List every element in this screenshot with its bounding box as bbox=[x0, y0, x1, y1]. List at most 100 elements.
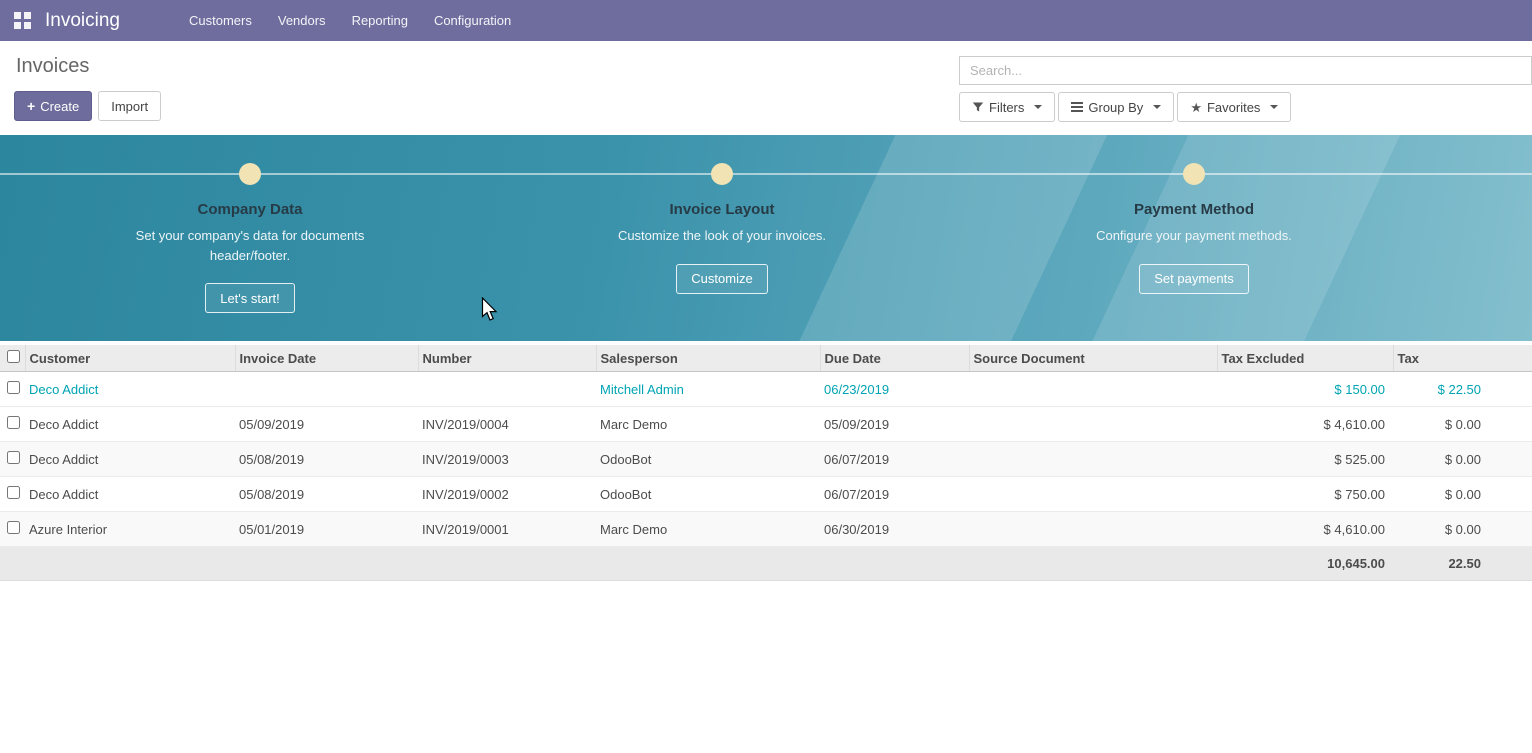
cell-source-document bbox=[969, 407, 1217, 442]
invoice-row[interactable]: Azure Interior 05/01/2019 INV/2019/0001 … bbox=[0, 512, 1532, 547]
lets-start-button[interactable]: Let's start! bbox=[205, 283, 295, 313]
cell-salesperson: Marc Demo bbox=[596, 407, 820, 442]
invoice-row[interactable]: Deco Addict 05/08/2019 INV/2019/0002 Odo… bbox=[0, 477, 1532, 512]
row-checkbox[interactable] bbox=[7, 381, 20, 394]
cell-salesperson: OdooBot bbox=[596, 442, 820, 477]
col-header-invoice-date[interactable]: Invoice Date bbox=[235, 345, 418, 372]
top-navbar: Invoicing Customers Vendors Reporting Co… bbox=[0, 0, 1532, 41]
plus-icon: + bbox=[27, 99, 35, 113]
row-checkbox[interactable] bbox=[7, 486, 20, 499]
col-header-number[interactable]: Number bbox=[418, 345, 596, 372]
control-panel: Invoices + Create Import Filters bbox=[0, 41, 1532, 135]
cell-number: INV/2019/0004 bbox=[418, 407, 596, 442]
cell-due-date: 06/07/2019 bbox=[820, 477, 969, 512]
cell-customer: Deco Addict bbox=[25, 477, 235, 512]
import-button[interactable]: Import bbox=[98, 91, 161, 121]
favorites-button[interactable]: ★ Favorites bbox=[1177, 92, 1291, 122]
step-description: Configure your payment methods. bbox=[1096, 226, 1292, 246]
chevron-down-icon bbox=[1153, 105, 1161, 109]
col-header-tax-excluded[interactable]: Tax Excluded bbox=[1217, 345, 1393, 372]
step-title: Payment Method bbox=[1134, 201, 1254, 218]
cell-invoice-date: 05/01/2019 bbox=[235, 512, 418, 547]
nav-item-vendors[interactable]: Vendors bbox=[265, 0, 339, 41]
select-all-checkbox[interactable] bbox=[7, 350, 20, 363]
col-header-customer[interactable]: Customer bbox=[25, 345, 235, 372]
cell-tax-excluded: $ 4,610.00 bbox=[1217, 512, 1393, 547]
cell-salesperson: Marc Demo bbox=[596, 512, 820, 547]
cell-invoice-date: 05/08/2019 bbox=[235, 442, 418, 477]
star-icon: ★ bbox=[1190, 101, 1202, 114]
invoice-row[interactable]: Deco Addict 05/09/2019 INV/2019/0004 Mar… bbox=[0, 407, 1532, 442]
chevron-down-icon bbox=[1270, 105, 1278, 109]
totals-row: 10,645.00 22.50 bbox=[0, 547, 1532, 581]
cell-customer: Deco Addict bbox=[25, 442, 235, 477]
nav-item-configuration[interactable]: Configuration bbox=[421, 0, 524, 41]
filter-funnel-icon bbox=[972, 101, 984, 113]
favorites-button-label: Favorites bbox=[1207, 100, 1260, 115]
cell-tax-excluded: $ 150.00 bbox=[1217, 372, 1393, 407]
cell-source-document bbox=[969, 442, 1217, 477]
cell-source-document bbox=[969, 372, 1217, 407]
step-dot bbox=[1183, 163, 1205, 185]
onboarding-step-payment-method: Payment Method Configure your payment me… bbox=[958, 163, 1430, 313]
search-input[interactable] bbox=[959, 56, 1532, 85]
col-header-salesperson[interactable]: Salesperson bbox=[596, 345, 820, 372]
group-by-button-label: Group By bbox=[1088, 100, 1143, 115]
app-brand[interactable]: Invoicing bbox=[45, 10, 120, 32]
nav-item-customers[interactable]: Customers bbox=[176, 0, 265, 41]
filters-button[interactable]: Filters bbox=[959, 92, 1055, 122]
cell-tax-excluded: $ 525.00 bbox=[1217, 442, 1393, 477]
filters-button-label: Filters bbox=[989, 100, 1024, 115]
cell-tax: $ 0.00 bbox=[1393, 442, 1532, 477]
row-checkbox[interactable] bbox=[7, 521, 20, 534]
invoice-row[interactable]: Deco Addict 05/08/2019 INV/2019/0003 Odo… bbox=[0, 442, 1532, 477]
step-dot bbox=[711, 163, 733, 185]
cell-customer: Azure Interior bbox=[25, 512, 235, 547]
step-description: Set your company's data for documents he… bbox=[134, 226, 366, 265]
onboarding-banner: Company Data Set your company's data for… bbox=[0, 135, 1532, 341]
table-header-row: Customer Invoice Date Number Salesperson… bbox=[0, 345, 1532, 372]
cell-source-document bbox=[969, 512, 1217, 547]
step-dot bbox=[239, 163, 261, 185]
row-checkbox[interactable] bbox=[7, 451, 20, 464]
col-header-source-document[interactable]: Source Document bbox=[969, 345, 1217, 372]
create-button[interactable]: + Create bbox=[14, 91, 92, 121]
apps-menu-icon[interactable] bbox=[14, 12, 31, 29]
step-title: Company Data bbox=[197, 201, 302, 218]
cell-customer: Deco Addict bbox=[25, 372, 235, 407]
cell-due-date: 06/07/2019 bbox=[820, 442, 969, 477]
cell-number: INV/2019/0001 bbox=[418, 512, 596, 547]
cell-due-date: 06/23/2019 bbox=[820, 372, 969, 407]
set-payments-button[interactable]: Set payments bbox=[1139, 264, 1249, 294]
create-button-label: Create bbox=[40, 99, 79, 114]
cell-tax: $ 0.00 bbox=[1393, 512, 1532, 547]
cell-due-date: 06/30/2019 bbox=[820, 512, 969, 547]
cell-invoice-date bbox=[235, 372, 418, 407]
total-tax: 22.50 bbox=[1393, 547, 1532, 581]
chevron-down-icon bbox=[1034, 105, 1042, 109]
row-checkbox[interactable] bbox=[7, 416, 20, 429]
onboarding-step-invoice-layout: Invoice Layout Customize the look of you… bbox=[486, 163, 958, 313]
onboarding-step-company-data: Company Data Set your company's data for… bbox=[14, 163, 486, 313]
invoice-row[interactable]: Deco Addict Mitchell Admin 06/23/2019 $ … bbox=[0, 372, 1532, 407]
cell-invoice-date: 05/09/2019 bbox=[235, 407, 418, 442]
cell-salesperson: Mitchell Admin bbox=[596, 372, 820, 407]
cell-customer: Deco Addict bbox=[25, 407, 235, 442]
invoice-list: Customer Invoice Date Number Salesperson… bbox=[0, 345, 1532, 581]
cell-tax: $ 0.00 bbox=[1393, 477, 1532, 512]
cell-salesperson: OdooBot bbox=[596, 477, 820, 512]
group-by-button[interactable]: Group By bbox=[1058, 92, 1174, 122]
cell-due-date: 05/09/2019 bbox=[820, 407, 969, 442]
cell-tax: $ 0.00 bbox=[1393, 407, 1532, 442]
col-header-due-date[interactable]: Due Date bbox=[820, 345, 969, 372]
cell-invoice-date: 05/08/2019 bbox=[235, 477, 418, 512]
page-title: Invoices bbox=[16, 55, 161, 78]
col-header-tax[interactable]: Tax bbox=[1393, 345, 1532, 372]
import-button-label: Import bbox=[111, 99, 148, 114]
nav-item-reporting[interactable]: Reporting bbox=[339, 0, 421, 41]
cell-number: INV/2019/0002 bbox=[418, 477, 596, 512]
step-title: Invoice Layout bbox=[669, 201, 774, 218]
cell-tax-excluded: $ 4,610.00 bbox=[1217, 407, 1393, 442]
step-description: Customize the look of your invoices. bbox=[618, 226, 826, 246]
customize-button[interactable]: Customize bbox=[676, 264, 767, 294]
